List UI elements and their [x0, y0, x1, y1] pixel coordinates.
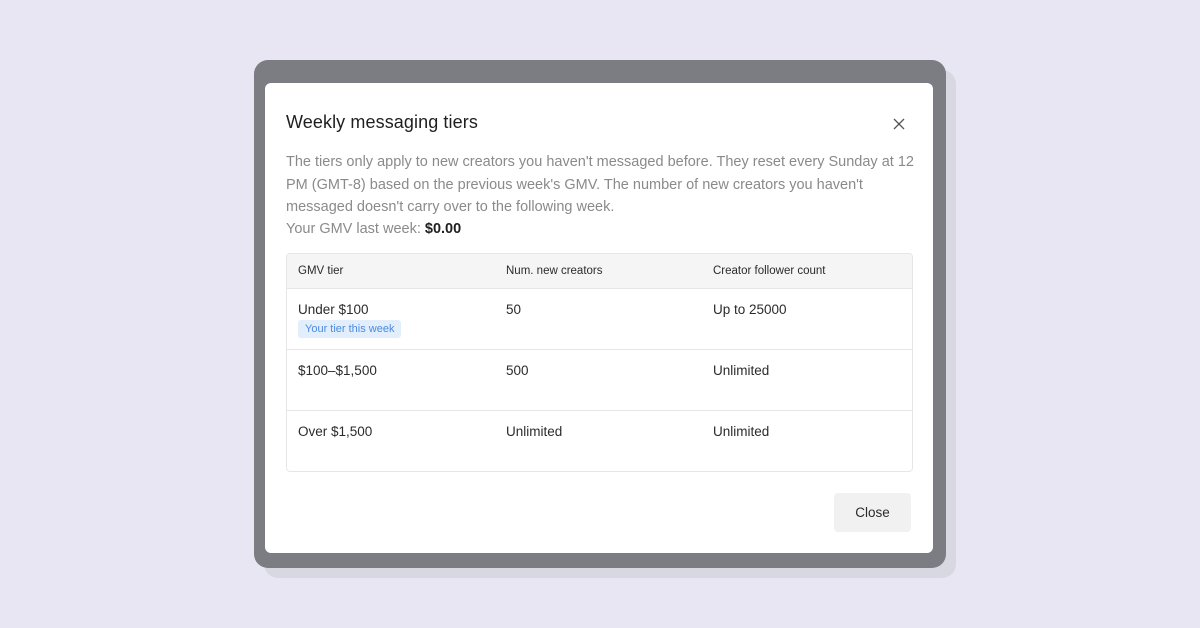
cell-follower-count: Unlimited — [713, 363, 770, 378]
gmv-label: Your GMV last week: — [286, 221, 421, 237]
cell-num-new-creators: 500 — [506, 363, 529, 378]
cell-num-new-creators: Unlimited — [506, 424, 563, 439]
tiers-table: GMV tier Num. new creators Creator follo… — [286, 253, 913, 472]
weekly-tiers-dialog: Weekly messaging tiers The tiers only ap… — [265, 83, 933, 553]
close-icon[interactable] — [891, 116, 907, 132]
cell-follower-count: Up to 25000 — [713, 302, 787, 317]
gmv-last-week: Your GMV last week: $0.00 — [286, 218, 461, 240]
dialog-title: Weekly messaging tiers — [286, 112, 478, 132]
gmv-value: $0.00 — [424, 221, 462, 237]
dialog-description: The tiers only apply to new creators you… — [286, 154, 914, 215]
page: Weekly messaging tiers The tiers only ap… — [0, 0, 1200, 628]
table-header: GMV tier Num. new creators Creator follo… — [287, 254, 912, 288]
current-tier-badge: Your tier this week — [298, 320, 402, 338]
cell-num-new-creators: 50 — [506, 302, 522, 317]
close-button[interactable]: Close — [834, 493, 911, 532]
table-row: Under $100 Your tier this week 50 Up to … — [287, 288, 912, 349]
cell-gmv-tier: $100–$1,500 — [298, 363, 377, 378]
header-creator-follower-count: Creator follower count — [713, 265, 826, 277]
table-row: Over $1,500 Unlimited Unlimited — [287, 410, 912, 471]
cell-gmv-tier: Over $1,500 — [298, 424, 373, 439]
cell-gmv-tier: Under $100 — [298, 302, 369, 317]
header-gmv-tier: GMV tier — [298, 265, 344, 277]
table-row: $100–$1,500 500 Unlimited — [287, 349, 912, 410]
header-num-new-creators: Num. new creators — [506, 265, 603, 277]
cell-follower-count: Unlimited — [713, 424, 770, 439]
